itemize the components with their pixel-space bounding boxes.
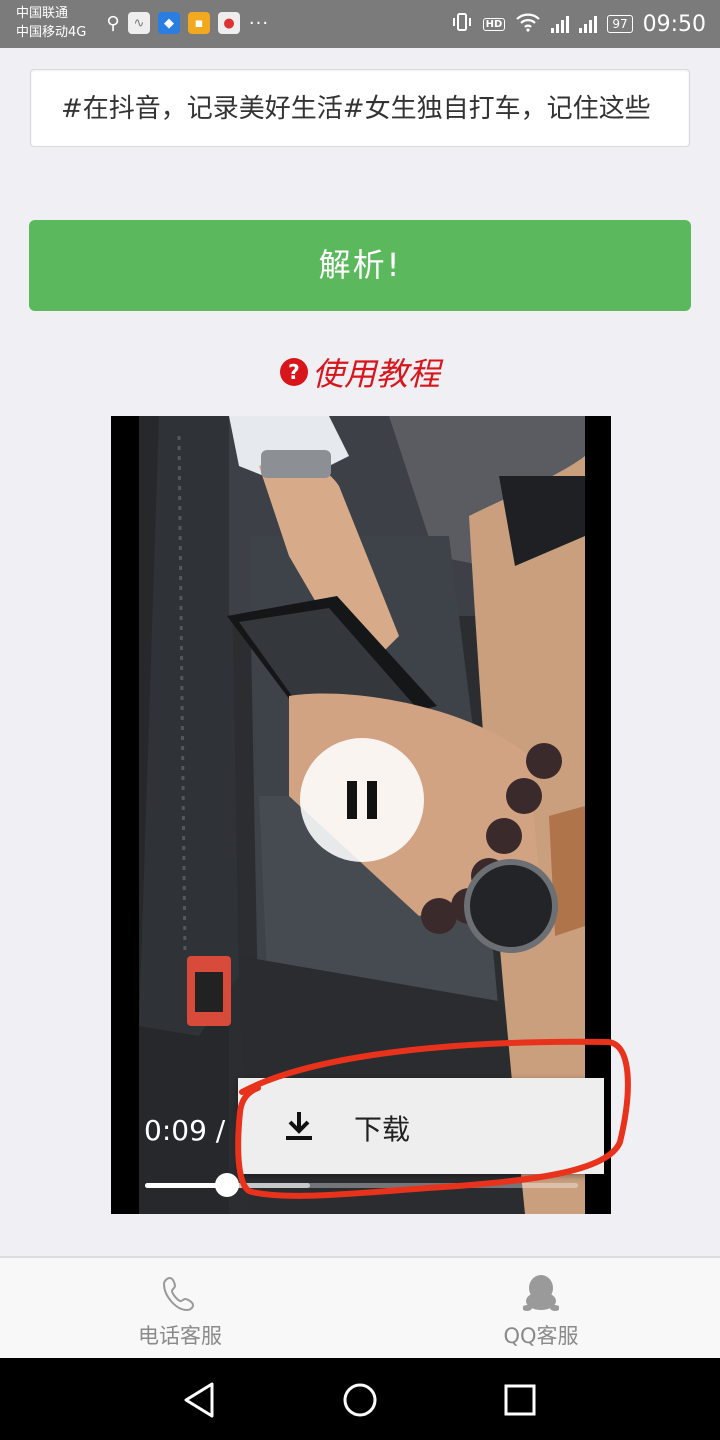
pause-button[interactable] (300, 738, 424, 862)
signal-icon (551, 15, 570, 33)
qq-penguin-icon (523, 1275, 559, 1311)
notification-icons: ⚲ ∿ ◆ ▪ ● ··· (106, 12, 270, 34)
phone-service-button[interactable]: 电话客服 (80, 1258, 280, 1358)
tutorial-label: 使用教程 (311, 355, 440, 393)
carrier-info: 中国联通 中国移动4G (16, 4, 86, 42)
home-icon[interactable] (338, 1378, 382, 1422)
download-menu-item[interactable]: 下载 (354, 1108, 410, 1148)
map-pin-icon: ● (218, 12, 240, 34)
usb-icon: ⚲ (106, 12, 120, 34)
battery-icon: 97 (607, 15, 633, 33)
help-icon: ? (279, 358, 308, 386)
status-right: HD 97 09:50 (451, 0, 706, 48)
parse-button[interactable]: 解析! (29, 220, 691, 311)
wifi-icon (515, 12, 541, 36)
time-display: 0:09 / ( (144, 1114, 246, 1147)
back-icon[interactable] (178, 1378, 222, 1422)
bottom-bar: 电话客服 QQ客服 (0, 1256, 720, 1358)
phone-service-label: 电话客服 (138, 1324, 222, 1348)
pulse-icon: ∿ (128, 12, 150, 34)
system-nav-bar (0, 1358, 720, 1440)
pause-icon-bar-2 (367, 781, 377, 819)
carrier-1: 中国联通 (16, 6, 69, 21)
download-icon (286, 1112, 312, 1140)
qq-service-button[interactable]: QQ客服 (441, 1258, 641, 1358)
signal-icon-2 (579, 15, 598, 33)
pause-icon (347, 781, 357, 819)
video-player[interactable]: 0:09 / ( 下载 (111, 416, 611, 1214)
clock: 09:50 (642, 11, 706, 37)
context-menu: 下载 (238, 1078, 604, 1174)
recent-apps-icon[interactable] (498, 1378, 542, 1422)
tutorial-link[interactable]: ? 使用教程 (0, 352, 720, 393)
status-bar: 中国联通 中国移动4G ⚲ ∿ ◆ ▪ ● ··· HD 97 09:50 (0, 0, 720, 48)
hd-badge: HD (482, 17, 506, 31)
shield-icon: ◆ (158, 12, 180, 34)
vibrate-icon (451, 11, 473, 37)
phone-icon (162, 1276, 195, 1312)
progress-bar[interactable] (145, 1173, 578, 1197)
qq-service-label: QQ客服 (503, 1324, 579, 1348)
video-link-input[interactable]: #在抖音，记录美好生活#女生独自打车，记住这些 (30, 69, 690, 147)
more-notifications-icon: ··· (248, 12, 270, 34)
carrier-2: 中国移动4G (16, 25, 87, 40)
app-icon: ▪ (188, 12, 210, 34)
